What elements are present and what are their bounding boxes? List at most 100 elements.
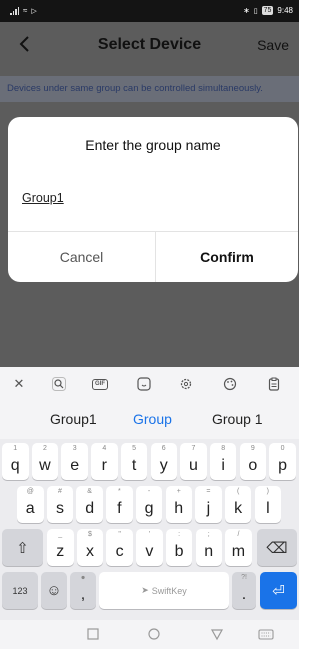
vibrate-icon: ▯ bbox=[253, 7, 258, 15]
system-nav-bar bbox=[0, 620, 299, 649]
key-o[interactable]: 9o bbox=[239, 443, 267, 480]
backspace-icon: ⌫ bbox=[266, 539, 288, 557]
suggestion-center[interactable]: Group bbox=[133, 411, 172, 427]
key-label: x bbox=[85, 543, 94, 560]
suggestion-left[interactable]: Group1 bbox=[50, 411, 97, 427]
space-bar-label: ➤ SwiftKey bbox=[99, 572, 229, 609]
key-g[interactable]: -g bbox=[135, 486, 163, 523]
key-f[interactable]: * f bbox=[106, 486, 133, 523]
key-secondary-label: # bbox=[57, 488, 62, 495]
key-label: r bbox=[101, 457, 107, 474]
key-label: n bbox=[204, 543, 214, 560]
navigation-bar: Select Device Save bbox=[0, 22, 299, 68]
key-secondary-label: " bbox=[118, 531, 121, 538]
key-label: c bbox=[115, 543, 124, 560]
key-z[interactable]: _ z bbox=[47, 529, 74, 566]
close-icon[interactable]: ✕ bbox=[8, 373, 30, 395]
key-m[interactable]: / m bbox=[225, 529, 252, 566]
swiftkey-logo-icon: ➤ bbox=[141, 585, 149, 595]
key-label: q bbox=[10, 457, 20, 474]
key-p[interactable]: 0p bbox=[269, 443, 296, 480]
key-secondary-label: @ bbox=[26, 488, 34, 495]
group-name-dialog: Enter the group name Group1 Cancel Confi… bbox=[8, 117, 298, 282]
key-r[interactable]: 4r bbox=[91, 443, 118, 480]
key-secondary-label: 2 bbox=[42, 445, 47, 452]
theme-palette-icon[interactable] bbox=[219, 373, 241, 395]
period-label: . bbox=[241, 586, 247, 603]
key-k[interactable]: (k bbox=[224, 486, 252, 523]
home-icon[interactable] bbox=[147, 627, 161, 641]
key-label: v bbox=[145, 543, 154, 560]
status-bar: ≈ ▷ ∗ ▯ 75 9:48 bbox=[0, 0, 299, 22]
search-icon[interactable] bbox=[48, 373, 70, 395]
key-secondary-label: / bbox=[237, 531, 240, 538]
group-hint-text: Devices under same group can be controll… bbox=[0, 76, 299, 102]
key-e[interactable]: 3e bbox=[61, 443, 88, 480]
backspace-key[interactable]: ⌫ bbox=[257, 529, 297, 566]
enter-key[interactable]: ⏎ bbox=[260, 572, 297, 609]
sticker-icon[interactable] bbox=[133, 373, 155, 395]
key-label: m bbox=[231, 543, 246, 560]
key-u[interactable]: 7u bbox=[180, 443, 207, 480]
group-name-input[interactable]: Group1 bbox=[22, 191, 64, 205]
back-triangle-icon[interactable] bbox=[210, 627, 224, 641]
key-secondary-label: 5 bbox=[132, 445, 136, 452]
wifi-icon: ≈ bbox=[23, 6, 28, 15]
key-secondary-label: $ bbox=[87, 531, 92, 538]
keyboard-hide-icon[interactable] bbox=[258, 627, 274, 641]
key-q[interactable]: 1q bbox=[2, 443, 29, 480]
emoji-key[interactable]: ☺ bbox=[41, 572, 67, 609]
shift-key[interactable]: ⇧ bbox=[2, 529, 43, 566]
key-secondary-label: 4 bbox=[102, 445, 107, 452]
space-brand-text: SwiftKey bbox=[151, 585, 187, 596]
comma-label: , bbox=[80, 586, 86, 603]
key-c[interactable]: " c bbox=[106, 529, 133, 566]
confirm-button[interactable]: Confirm bbox=[156, 232, 298, 282]
settings-gear-icon[interactable] bbox=[175, 373, 197, 395]
dialog-title: Enter the group name bbox=[85, 137, 221, 153]
key-secondary-label: ' bbox=[148, 531, 151, 538]
key-label: h bbox=[174, 500, 184, 517]
space-bar[interactable]: ➤ SwiftKey bbox=[99, 572, 229, 609]
key-label: t bbox=[131, 457, 137, 474]
page-title: Select Device bbox=[97, 36, 202, 53]
gif-icon[interactable]: GIF bbox=[89, 373, 111, 395]
key-b[interactable]: :b bbox=[165, 529, 193, 566]
period-key[interactable]: ?!. bbox=[232, 572, 256, 609]
key-s[interactable]: # s bbox=[46, 486, 74, 523]
period-secondary: ?! bbox=[241, 574, 247, 581]
key-a[interactable]: @ a bbox=[17, 486, 44, 523]
key-secondary-label: _ bbox=[58, 531, 63, 538]
key-label: b bbox=[174, 543, 184, 560]
cancel-button[interactable]: Cancel bbox=[8, 232, 155, 282]
key-label: a bbox=[25, 500, 35, 517]
clipboard-icon[interactable] bbox=[263, 373, 285, 395]
key-l[interactable]: ) l bbox=[254, 486, 282, 523]
recents-icon[interactable] bbox=[86, 627, 100, 641]
key-label: f bbox=[117, 500, 122, 517]
comma-key[interactable]: ⚫, bbox=[70, 572, 96, 609]
signal-icon bbox=[10, 6, 19, 15]
key-secondary-label: 8 bbox=[221, 445, 226, 452]
key-secondary-label: 0 bbox=[280, 445, 285, 452]
key-y[interactable]: 6y bbox=[150, 443, 177, 480]
key-w[interactable]: 2w bbox=[31, 443, 59, 480]
suggestion-right[interactable]: Group 1 bbox=[212, 411, 263, 427]
status-time: 9:48 bbox=[277, 6, 293, 15]
key-secondary-label: 7 bbox=[191, 445, 196, 452]
key-n[interactable]: ; n bbox=[195, 529, 222, 566]
key-j[interactable]: = j bbox=[195, 486, 222, 523]
key-x[interactable]: $ x bbox=[76, 529, 104, 566]
suggestion-bar: Group1 Group Group 1 bbox=[0, 401, 299, 439]
key-h[interactable]: + h bbox=[165, 486, 192, 523]
key-i[interactable]: 8i bbox=[209, 443, 237, 480]
key-t[interactable]: 5t bbox=[120, 443, 148, 480]
key-d[interactable]: & d bbox=[76, 486, 103, 523]
key-label: z bbox=[56, 543, 65, 560]
key-label: o bbox=[248, 457, 258, 474]
key-secondary-label: & bbox=[87, 488, 92, 495]
key-label: u bbox=[188, 457, 198, 474]
key-v[interactable]: ' v bbox=[136, 529, 163, 566]
save-button[interactable]: Save bbox=[257, 37, 289, 53]
numbers-key[interactable]: 123 bbox=[2, 572, 38, 609]
